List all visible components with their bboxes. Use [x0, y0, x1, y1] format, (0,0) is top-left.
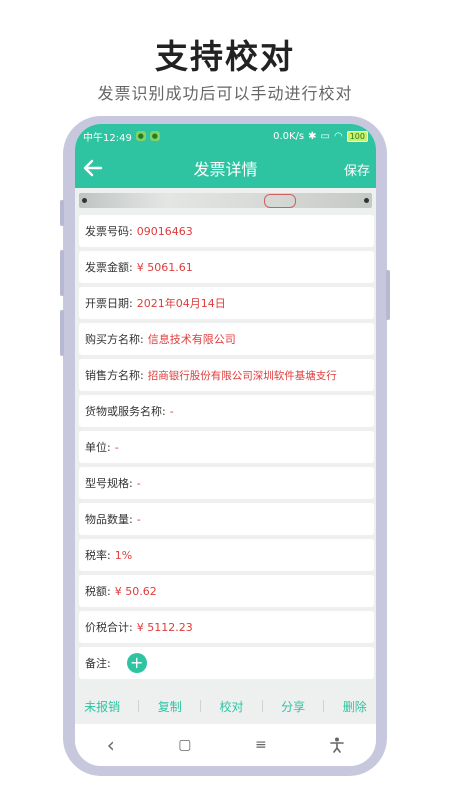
delete-button[interactable]: 删除	[343, 698, 367, 715]
field-total-with-tax[interactable]: 价税合计: ¥ 5112.23	[79, 611, 374, 643]
field-value[interactable]: ¥ 5112.23	[137, 621, 193, 634]
field-value[interactable]: 2021年04月14日	[137, 295, 226, 311]
field-label: 价税合计:	[85, 621, 133, 634]
field-issue-date[interactable]: 开票日期: 2021年04月14日	[79, 287, 374, 319]
page-title: 发票详情	[193, 160, 258, 179]
field-value[interactable]: -	[137, 477, 141, 490]
field-value[interactable]: 1%	[115, 549, 132, 562]
field-label: 购买方名称:	[85, 333, 144, 346]
field-value[interactable]: ¥ 50.62	[115, 585, 157, 598]
bluetooth-icon: ✱	[308, 130, 317, 142]
status-time: 中午12:49	[83, 132, 132, 144]
field-label: 发票金额:	[85, 261, 133, 274]
status-bar: 中午12:49 ● ● 0.0K/s ✱ ▭ ◠ 100	[75, 124, 376, 148]
field-value[interactable]: -	[137, 513, 141, 526]
network-speed: 0.0K/s	[273, 130, 305, 142]
field-value[interactable]: -	[170, 405, 174, 418]
field-value[interactable]: 招商银行股份有限公司深圳软件基塘支行	[148, 368, 337, 383]
back-nav-icon[interactable]: ‹	[107, 733, 115, 757]
save-button[interactable]: 保存	[344, 160, 370, 179]
image-handle-right	[364, 198, 369, 203]
copy-button[interactable]: 复制	[158, 698, 182, 715]
image-handle-left	[82, 198, 87, 203]
share-button[interactable]: 分享	[281, 698, 305, 715]
arrow-left-icon[interactable]	[81, 156, 105, 180]
field-value[interactable]: -	[115, 441, 119, 454]
divider	[261, 700, 263, 712]
home-nav-icon[interactable]: ▢	[178, 737, 191, 753]
promo-subtitle: 发票识别成功后可以手动进行校对	[97, 84, 353, 103]
field-label: 销售方名称:	[85, 369, 144, 382]
divider	[138, 700, 140, 712]
field-invoice-number[interactable]: 发票号码: 09016463	[79, 215, 374, 247]
divider	[323, 700, 325, 712]
field-label: 税率:	[85, 549, 111, 562]
field-label: 开票日期:	[85, 297, 133, 310]
divider	[200, 700, 202, 712]
field-goods-service-name[interactable]: 货物或服务名称: -	[79, 395, 374, 427]
field-buyer-name[interactable]: 购买方名称: 信息技术有限公司	[79, 323, 374, 355]
add-remark-button[interactable]: +	[126, 653, 147, 673]
phone-screen: 中午12:49 ● ● 0.0K/s ✱ ▭ ◠ 100 发票详情 保存 发票号…	[75, 124, 376, 766]
field-label: 型号规格:	[85, 477, 133, 490]
field-invoice-amount[interactable]: 发票金额: ¥ 5061.61	[79, 251, 374, 283]
field-quantity[interactable]: 物品数量: -	[79, 503, 374, 535]
field-value[interactable]: 09016463	[137, 225, 193, 238]
unreimbursed-button[interactable]: 未报销	[84, 698, 120, 715]
field-label: 单位:	[85, 441, 111, 454]
field-label: 备注:	[85, 657, 111, 670]
phone-side-button	[60, 250, 64, 296]
field-label: 物品数量:	[85, 513, 133, 526]
system-nav-bar: ‹ ▢ ≡	[75, 724, 376, 766]
phone-side-button	[60, 200, 64, 226]
menu-nav-icon[interactable]: ≡	[255, 737, 267, 753]
field-remarks: 备注: +	[79, 647, 374, 679]
accessibility-icon[interactable]	[330, 737, 345, 753]
phone-side-button	[386, 270, 390, 320]
app-notification-icon: ●	[149, 131, 160, 141]
field-value[interactable]: ¥ 5061.61	[137, 261, 193, 274]
field-label: 发票号码:	[85, 225, 133, 238]
wifi-icon: ◠	[333, 130, 343, 142]
app-notification-icon: ●	[135, 131, 146, 141]
app-bar: 发票详情 保存	[75, 148, 376, 188]
field-label: 货物或服务名称:	[85, 405, 166, 418]
invoice-stamp	[264, 194, 296, 208]
sim-icon: ▭	[320, 130, 330, 142]
field-unit[interactable]: 单位: -	[79, 431, 374, 463]
phone-side-button	[60, 310, 64, 356]
field-model-spec[interactable]: 型号规格: -	[79, 467, 374, 499]
field-seller-name[interactable]: 销售方名称: 招商银行股份有限公司深圳软件基塘支行	[79, 359, 374, 391]
battery-icon: 100	[346, 130, 368, 142]
field-label: 税额:	[85, 585, 111, 598]
action-bar: 未报销 复制 校对 分享 删除	[75, 688, 376, 724]
promo-title: 支持校对	[155, 37, 295, 76]
field-value[interactable]: 信息技术有限公司	[148, 331, 236, 347]
field-tax-amount[interactable]: 税额: ¥ 50.62	[79, 575, 374, 607]
field-tax-rate[interactable]: 税率: 1%	[79, 539, 374, 571]
proofread-button[interactable]: 校对	[219, 698, 243, 715]
invoice-image-preview[interactable]	[79, 193, 372, 208]
